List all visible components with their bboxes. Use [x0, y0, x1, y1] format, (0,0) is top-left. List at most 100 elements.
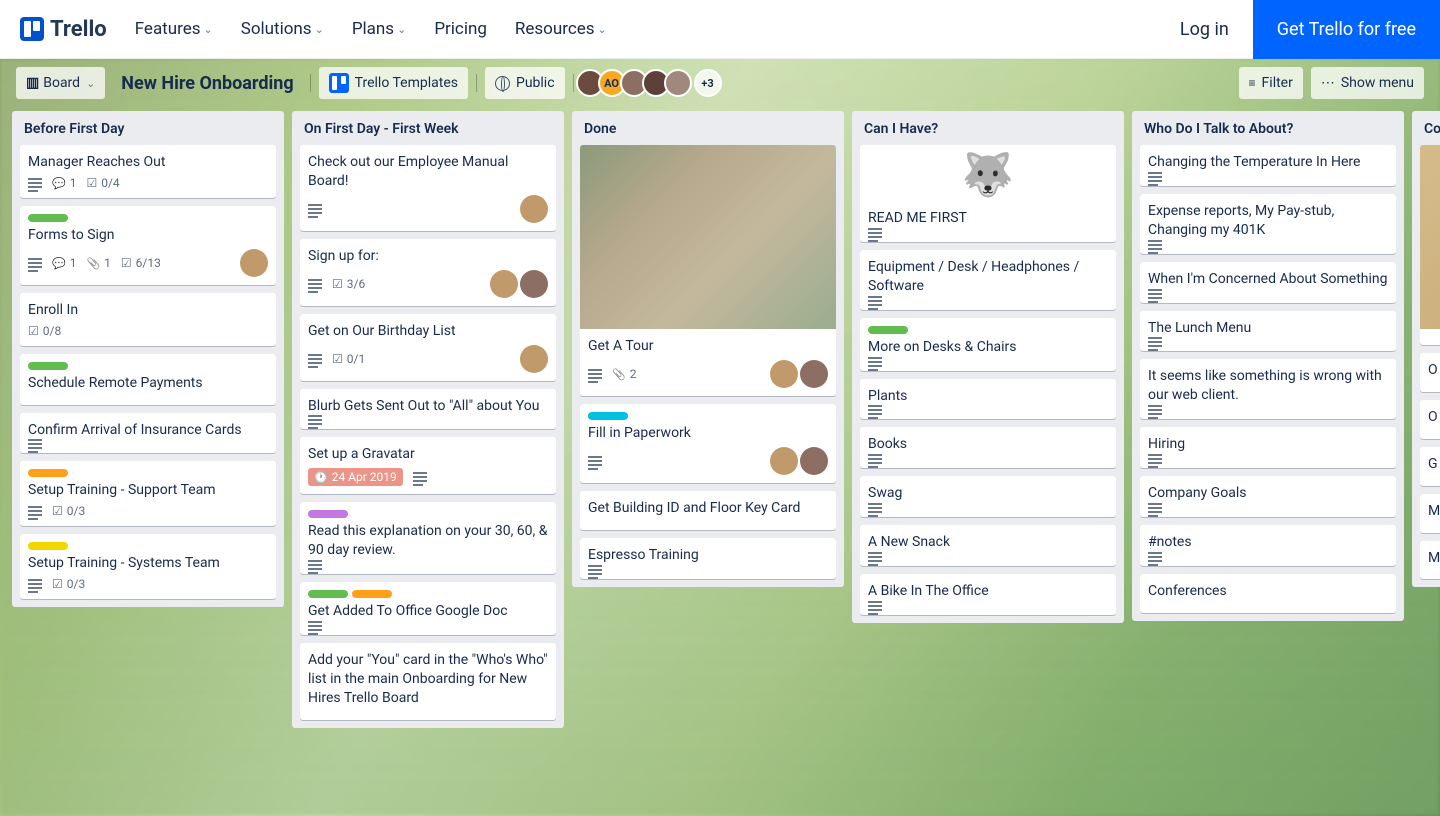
- member-avatar[interactable]: [240, 249, 268, 277]
- card[interactable]: Schedule Remote Payments: [20, 354, 276, 405]
- card[interactable]: Get Added To Office Google Doc: [300, 582, 556, 635]
- card-title: Setup Training - Systems Team: [28, 554, 268, 573]
- board-title[interactable]: New Hire Onboarding: [113, 73, 301, 94]
- list-cards: OOGMM di co: [1412, 145, 1440, 587]
- member-avatar[interactable]: [490, 270, 518, 298]
- card-badges: [868, 507, 1108, 509]
- member-avatar[interactable]: [520, 345, 548, 373]
- card[interactable]: G: [1420, 447, 1440, 486]
- label-green[interactable]: [868, 326, 908, 334]
- nav-features[interactable]: Features⌄: [135, 19, 213, 39]
- avatar[interactable]: [664, 69, 692, 97]
- show-menu-button[interactable]: ⋯ Show menu: [1311, 67, 1424, 99]
- card[interactable]: When I'm Concerned About Something: [1140, 262, 1396, 303]
- card[interactable]: Read this explanation on your 30, 60, & …: [300, 502, 556, 574]
- card[interactable]: O: [1420, 353, 1440, 392]
- card[interactable]: Sign up for:3/6: [300, 239, 556, 306]
- filter-button[interactable]: ≡ Filter: [1239, 67, 1303, 99]
- card[interactable]: Espresso Training: [580, 538, 836, 579]
- visibility-button[interactable]: Public: [485, 67, 565, 99]
- card[interactable]: Fill in Paperwork: [580, 404, 836, 483]
- card[interactable]: Books: [860, 427, 1116, 468]
- card[interactable]: [1420, 145, 1440, 345]
- list-title[interactable]: On First Day - First Week: [292, 111, 564, 145]
- member-avatar[interactable]: [520, 270, 548, 298]
- nav-solutions[interactable]: Solutions⌄: [241, 19, 324, 39]
- card[interactable]: Swag: [860, 476, 1116, 517]
- card-title: Get on Our Birthday List: [308, 322, 548, 341]
- card[interactable]: Manager Reaches Out10/4: [20, 145, 276, 198]
- label-green[interactable]: [28, 214, 68, 222]
- member-avatar[interactable]: [800, 447, 828, 475]
- label-green[interactable]: [308, 590, 348, 598]
- member-avatar[interactable]: [770, 447, 798, 475]
- card[interactable]: A New Snack: [860, 525, 1116, 566]
- card[interactable]: Get Building ID and Floor Key Card: [580, 491, 836, 530]
- trello-logo[interactable]: Trello: [20, 17, 107, 42]
- label-orange[interactable]: [352, 590, 392, 598]
- card-title: When I'm Concerned About Something: [1148, 270, 1388, 289]
- trello-logo-icon: [20, 17, 44, 41]
- card[interactable]: Add your "You" card in the "Who's Who" l…: [300, 643, 556, 720]
- card[interactable]: Confirm Arrival of Insurance Cards: [20, 413, 276, 454]
- label-green[interactable]: [28, 362, 68, 370]
- nav-pricing[interactable]: Pricing: [434, 19, 487, 39]
- member-avatar[interactable]: [800, 360, 828, 388]
- card[interactable]: Conferences: [1140, 574, 1396, 613]
- label-sky[interactable]: [588, 412, 628, 420]
- board-view-button[interactable]: ▥ Board ⌄: [16, 67, 105, 99]
- card[interactable]: Check out our Employee Manual Board!: [300, 145, 556, 231]
- card[interactable]: A Bike In The Office: [860, 574, 1116, 615]
- list-title[interactable]: Can I Have?: [852, 111, 1124, 145]
- card[interactable]: O: [1420, 400, 1440, 439]
- board-canvas[interactable]: Before First DayManager Reaches Out10/4 F…: [0, 107, 1440, 816]
- templates-button[interactable]: Trello Templates: [319, 67, 468, 99]
- board-icon: ▥: [26, 75, 37, 91]
- card[interactable]: 🐺READ ME FIRST: [860, 145, 1116, 242]
- description-badge: [308, 283, 322, 285]
- description-badge: [28, 583, 42, 585]
- card[interactable]: Get on Our Birthday List0/1: [300, 314, 556, 381]
- label-yellow[interactable]: [28, 542, 68, 550]
- card[interactable]: M di co: [1420, 541, 1440, 580]
- card[interactable]: Hiring: [1140, 427, 1396, 468]
- chevron-down-icon: ⌄: [86, 77, 95, 90]
- list-title[interactable]: Co: [1412, 111, 1440, 145]
- login-link[interactable]: Log in: [1156, 1, 1253, 58]
- card-badges: [868, 458, 1108, 460]
- card[interactable]: More on Desks & Chairs: [860, 318, 1116, 371]
- list-title[interactable]: Before First Day: [12, 111, 284, 145]
- card[interactable]: It seems like something is wrong with ou…: [1140, 359, 1396, 419]
- list-title[interactable]: Done: [572, 111, 844, 145]
- label-purple[interactable]: [308, 510, 348, 518]
- card[interactable]: Equipment / Desk / Headphones / Software: [860, 250, 1116, 310]
- card[interactable]: #notes: [1140, 525, 1396, 566]
- card-members: [770, 360, 828, 388]
- card[interactable]: The Lunch Menu: [1140, 311, 1396, 352]
- card-badges: [1148, 293, 1388, 295]
- member-avatar[interactable]: [520, 195, 548, 223]
- card[interactable]: Setup Training - Support Team0/3: [20, 461, 276, 526]
- globe-icon: [495, 76, 510, 91]
- card[interactable]: M: [1420, 494, 1440, 533]
- card[interactable]: Get A Tour2: [580, 145, 836, 396]
- nav-resources[interactable]: Resources⌄: [515, 19, 607, 39]
- member-avatar[interactable]: [770, 360, 798, 388]
- card[interactable]: Set up a Gravatar 24 Apr 2019: [300, 437, 556, 494]
- avatar-overflow[interactable]: +3: [694, 69, 722, 97]
- card[interactable]: Changing the Temperature In Here: [1140, 145, 1396, 186]
- card-title: Conferences: [1148, 582, 1388, 601]
- card[interactable]: Company Goals: [1140, 476, 1396, 517]
- board-members[interactable]: AO +3: [582, 69, 722, 97]
- label-orange[interactable]: [28, 469, 68, 477]
- nav-plans[interactable]: Plans⌄: [352, 19, 407, 39]
- card[interactable]: Blurb Gets Sent Out to "All" about You: [300, 389, 556, 430]
- card[interactable]: Plants: [860, 379, 1116, 420]
- card[interactable]: Forms to Sign116/13: [20, 206, 276, 285]
- card[interactable]: Expense reports, My Pay-stub, Changing m…: [1140, 194, 1396, 254]
- card[interactable]: Setup Training - Systems Team0/3: [20, 534, 276, 599]
- get-trello-button[interactable]: Get Trello for free: [1253, 0, 1440, 59]
- list-cards: Changing the Temperature In Here Expense …: [1132, 145, 1404, 621]
- list-title[interactable]: Who Do I Talk to About?: [1132, 111, 1404, 145]
- card[interactable]: Enroll In0/8: [20, 293, 276, 346]
